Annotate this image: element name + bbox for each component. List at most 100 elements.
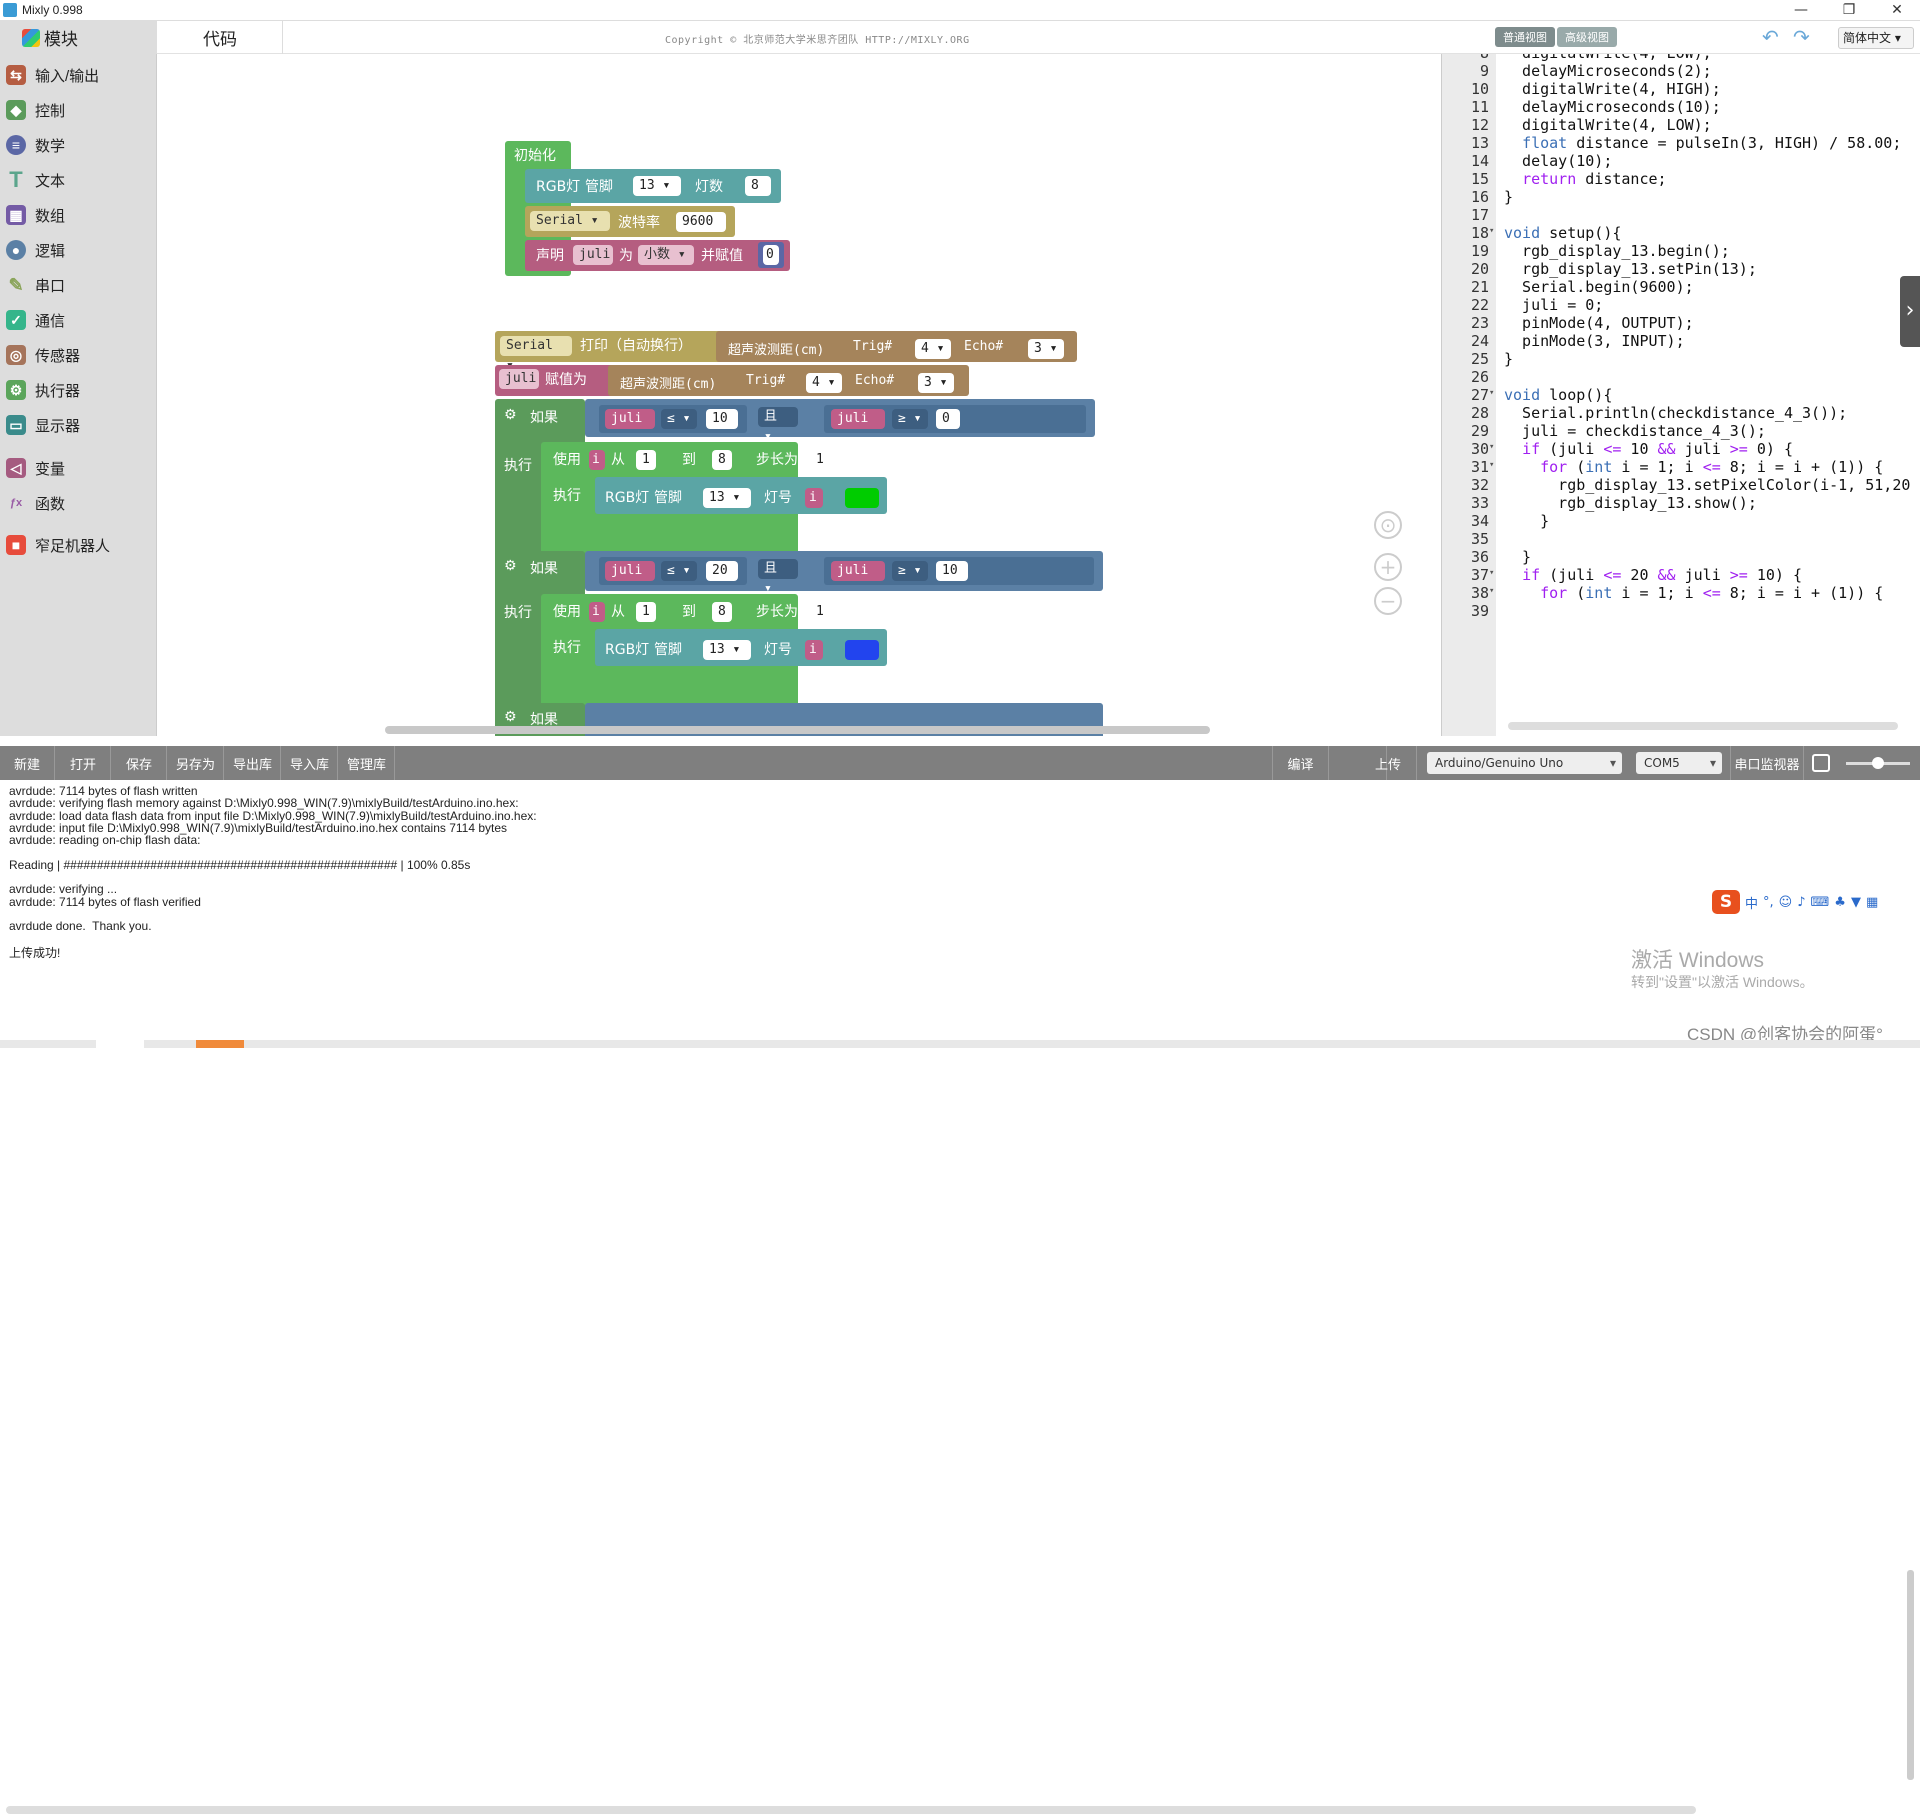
settings-icon[interactable] (1812, 754, 1830, 772)
code-line[interactable]: } (1504, 188, 1513, 206)
to-field[interactable]: 8 (712, 450, 732, 470)
code-line[interactable]: Serial.begin(9600); (1504, 278, 1694, 296)
manage-lib-button[interactable]: 管理库 (339, 746, 395, 780)
lamp-var[interactable]: i (805, 640, 823, 660)
skin-icon[interactable]: ♣ (1834, 895, 1846, 910)
pin-dropdown[interactable]: 13 ▾ (703, 640, 751, 660)
maximize-button[interactable]: ❐ (1826, 0, 1872, 21)
new-button[interactable]: 新建 (0, 746, 55, 780)
workspace-horizontal-scrollbar[interactable] (385, 726, 1210, 734)
code-line[interactable]: juli = checkdistance_4_3(); (1504, 422, 1766, 440)
ime-mode[interactable]: 中 (1745, 893, 1758, 912)
taskbar-item[interactable] (96, 1040, 144, 1048)
code-line[interactable]: for (int i = 1; i <= 8; i = i + (1)) { (1504, 584, 1883, 602)
count-field[interactable]: 8 (745, 176, 771, 196)
code-line[interactable]: void loop(){ (1504, 386, 1612, 404)
close-button[interactable]: ✕ (1874, 0, 1920, 21)
emoji-icon[interactable]: ☺ (1779, 895, 1793, 910)
console-vertical-scrollbar[interactable] (1907, 1570, 1914, 1780)
code-line[interactable]: digitalWrite(4, HIGH); (1504, 80, 1721, 98)
code-line[interactable]: } (1504, 350, 1513, 368)
code-line[interactable]: void setup(){ (1504, 224, 1621, 242)
code-panel[interactable]: 8 digitalWrite(4, LOW); 9 delayMicrosecon… (1441, 54, 1920, 736)
le-dropdown[interactable]: ≤ ▾ (661, 409, 697, 429)
num-field[interactable]: 10 (706, 409, 738, 429)
and-dropdown[interactable]: 且 ▾ (758, 559, 798, 596)
var-name-field[interactable]: juli (573, 245, 613, 265)
lamp-var[interactable]: i (805, 488, 823, 508)
normal-view-button[interactable]: 普通视图 (1495, 27, 1555, 47)
num-field[interactable]: 20 (706, 561, 738, 581)
zoom-slider-thumb[interactable] (1872, 757, 1884, 769)
category-serial[interactable]: ✎ 串口 (6, 271, 65, 299)
gear-icon[interactable]: ⚙ (504, 709, 517, 725)
and-dropdown[interactable]: 且 ▾ (758, 407, 798, 444)
center-icon[interactable]: ⊙ (1374, 511, 1402, 539)
category-variable[interactable]: ◁ 变量 (6, 454, 65, 482)
code-line[interactable]: Serial.println(checkdistance_4_3()); (1504, 404, 1847, 422)
category-control[interactable]: ◆ 控制 (6, 96, 65, 124)
redo-icon[interactable]: ↷ (1793, 25, 1810, 49)
fold-icon[interactable]: ▾ (1489, 460, 1494, 470)
category-function[interactable]: ƒx 函数 (6, 489, 65, 517)
juli-var[interactable]: juli (831, 561, 885, 581)
color-swatch-green[interactable] (845, 488, 879, 508)
category-logic[interactable]: ● 逻辑 (6, 236, 65, 264)
sogou-icon[interactable]: S (1712, 890, 1740, 914)
code-line[interactable]: delayMicroseconds(2); (1504, 62, 1712, 80)
category-text[interactable]: T 文本 (6, 166, 65, 194)
category-display[interactable]: ▭ 显示器 (6, 411, 80, 439)
board-select[interactable]: Arduino/Genuino Uno (1427, 752, 1622, 774)
language-select[interactable]: 简体中文 ▾ (1838, 27, 1914, 49)
ge-dropdown[interactable]: ≥ ▾ (892, 561, 928, 581)
serial-monitor-button[interactable]: 串口监视器 (1730, 746, 1804, 780)
gear-icon[interactable]: ⚙ (504, 558, 517, 574)
category-io[interactable]: ⇆ 输入/输出 (6, 61, 99, 89)
trig-dropdown[interactable]: 4 ▾ (806, 373, 842, 393)
code-line[interactable]: if (juli <= 10 && juli >= 0) { (1504, 440, 1793, 458)
echo-dropdown[interactable]: 3 ▾ (1028, 339, 1064, 359)
category-array[interactable]: ▦ 数组 (6, 201, 65, 229)
code-line[interactable]: juli = 0; (1504, 296, 1603, 314)
fold-icon[interactable]: ▾ (1489, 226, 1494, 236)
open-button[interactable]: 打开 (56, 746, 111, 780)
fold-icon[interactable]: ▾ (1489, 568, 1494, 578)
undo-icon[interactable]: ↶ (1762, 25, 1779, 49)
code-line[interactable]: delayMicroseconds(10); (1504, 98, 1721, 116)
advanced-view-button[interactable]: 高级视图 (1557, 27, 1617, 47)
grid-icon[interactable]: ▦ (1866, 895, 1878, 910)
export-lib-button[interactable]: 导出库 (225, 746, 281, 780)
code-line[interactable]: for (int i = 1; i <= 8; i = i + (1)) { (1504, 458, 1883, 476)
tab-blocks[interactable]: 模块 (0, 21, 157, 54)
code-line[interactable]: rgb_display_13.setPin(13); (1504, 260, 1757, 278)
keyboard-icon[interactable]: ⌨ (1811, 895, 1830, 910)
from-field[interactable]: 1 (636, 602, 656, 622)
save-as-button[interactable]: 另存为 (168, 746, 224, 780)
upload-button[interactable]: 上传 (1360, 746, 1417, 780)
category-actuator[interactable]: ⚙ 执行器 (6, 376, 80, 404)
collapse-panel-button[interactable]: › (1900, 276, 1920, 347)
console-horizontal-scrollbar[interactable] (6, 1806, 1696, 1814)
color-swatch-blue[interactable] (845, 640, 879, 660)
from-field[interactable]: 1 (636, 450, 656, 470)
juli-var[interactable]: juli (605, 561, 655, 581)
import-lib-button[interactable]: 导入库 (282, 746, 338, 780)
zoom-out-icon[interactable]: − (1374, 587, 1402, 615)
category-sensor[interactable]: ◎ 传感器 (6, 341, 80, 369)
pin-dropdown[interactable]: 13 ▾ (633, 176, 681, 196)
code-line[interactable]: rgb_display_13.begin(); (1504, 242, 1730, 260)
num-field[interactable]: 0 (936, 409, 960, 429)
compile-button[interactable]: 编译 (1272, 746, 1329, 780)
ime-toolbar[interactable]: S 中 °, ☺ ♪ ⌨ ♣ ▼ ▦ (1712, 890, 1878, 914)
fold-icon[interactable]: ▾ (1489, 442, 1494, 452)
code-line[interactable]: rgb_display_13.setPixelColor(i-1, 51,20 (1504, 476, 1910, 494)
category-comm[interactable]: ✓ 通信 (6, 306, 65, 334)
type-dropdown[interactable]: 小数 ▾ (638, 245, 694, 265)
le-dropdown[interactable]: ≤ ▾ (661, 561, 697, 581)
taskbar-item-active[interactable] (196, 1040, 244, 1048)
save-button[interactable]: 保存 (112, 746, 167, 780)
loop-var[interactable]: i (589, 450, 605, 470)
fold-icon[interactable]: ▾ (1489, 388, 1494, 398)
mic-icon[interactable]: ♪ (1797, 895, 1805, 910)
tab-code[interactable]: 代码 (158, 21, 283, 54)
